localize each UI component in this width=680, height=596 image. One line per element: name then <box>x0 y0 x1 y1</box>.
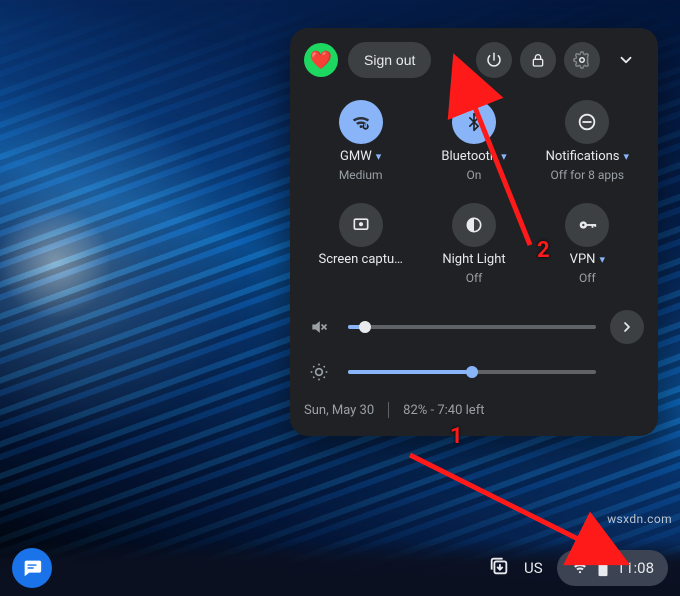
tile-label: Screen captu… <box>319 253 403 266</box>
user-avatar[interactable]: ❤️ <box>304 43 338 77</box>
annotation-marker-2: 2 <box>537 238 550 263</box>
screen-capture-icon <box>339 203 383 247</box>
shelf: US 11:08 <box>0 540 680 596</box>
settings-button[interactable] <box>564 42 600 78</box>
power-icon <box>485 51 503 69</box>
collapse-button[interactable] <box>608 42 644 78</box>
vpn-key-icon <box>565 203 609 247</box>
tile-sublabel: Medium <box>339 169 383 181</box>
tile-wifi[interactable]: GMW ▾ Medium <box>304 100 417 181</box>
tile-label: Notifications <box>546 150 620 163</box>
tile-label: Bluetooth <box>441 150 497 163</box>
clock-text: 11:08 <box>617 559 654 577</box>
brightness-row <box>304 362 644 382</box>
lock-button[interactable] <box>520 42 556 78</box>
lock-icon <box>530 52 546 68</box>
gear-icon <box>573 51 591 69</box>
keyboard-indicator[interactable]: US <box>524 559 543 577</box>
tile-label: Night Light <box>442 253 505 266</box>
power-button[interactable] <box>476 42 512 78</box>
quick-tiles-grid: GMW ▾ Medium Bluetooth ▾ On Notifications ▾… <box>304 100 644 284</box>
audio-settings-button[interactable] <box>610 310 644 344</box>
quick-settings-panel: ❤️ Sign out GMW ▾ Medium <box>290 28 658 436</box>
sign-out-button[interactable]: Sign out <box>348 42 431 78</box>
panel-sliders <box>304 310 644 382</box>
chevron-down-icon: ▾ <box>376 151 382 162</box>
do-not-disturb-icon <box>565 100 609 144</box>
chevron-down-icon: ▾ <box>624 151 630 162</box>
watermark-text: wsxdn.com <box>607 512 672 526</box>
tile-sublabel: Off <box>466 272 483 284</box>
tile-sublabel: On <box>467 169 482 181</box>
night-light-icon <box>452 203 496 247</box>
status-tray[interactable]: 11:08 <box>557 550 668 586</box>
annotation-marker-1: 1 <box>450 424 463 449</box>
avatar-emoji: ❤️ <box>310 50 332 71</box>
bluetooth-icon <box>452 100 496 144</box>
tile-screen-capture[interactable]: Screen captu… <box>304 203 417 284</box>
divider <box>388 402 389 418</box>
chevron-right-icon <box>619 319 635 335</box>
volume-row <box>304 310 644 344</box>
volume-mute-icon[interactable] <box>304 317 334 337</box>
tile-sublabel: Off for 8 apps <box>551 169 625 181</box>
messages-app-icon[interactable] <box>12 548 52 588</box>
battery-status-icon <box>597 559 609 577</box>
tile-notifications[interactable]: Notifications ▾ Off for 8 apps <box>531 100 644 181</box>
brightness-icon[interactable] <box>304 362 334 382</box>
panel-footer: Sun, May 30 82% - 7:40 left <box>304 402 644 418</box>
brightness-slider[interactable] <box>348 370 596 374</box>
volume-slider[interactable] <box>348 325 596 329</box>
tile-bluetooth[interactable]: Bluetooth ▾ On <box>417 100 530 181</box>
chevron-down-icon: ▾ <box>501 151 507 162</box>
wifi-icon <box>339 100 383 144</box>
tile-label: GMW <box>340 150 372 163</box>
chevron-down-icon: ▾ <box>599 254 605 265</box>
tile-night-light[interactable]: Night Light Off <box>417 203 530 284</box>
tile-sublabel: Off <box>579 272 596 284</box>
chevron-down-icon <box>617 51 635 69</box>
panel-header: ❤️ Sign out <box>304 42 644 78</box>
holding-space-icon[interactable] <box>488 555 510 581</box>
footer-date: Sun, May 30 <box>304 403 374 418</box>
tile-label: VPN <box>570 253 596 266</box>
footer-battery: 82% - 7:40 left <box>403 403 484 418</box>
wifi-status-icon <box>571 559 589 577</box>
